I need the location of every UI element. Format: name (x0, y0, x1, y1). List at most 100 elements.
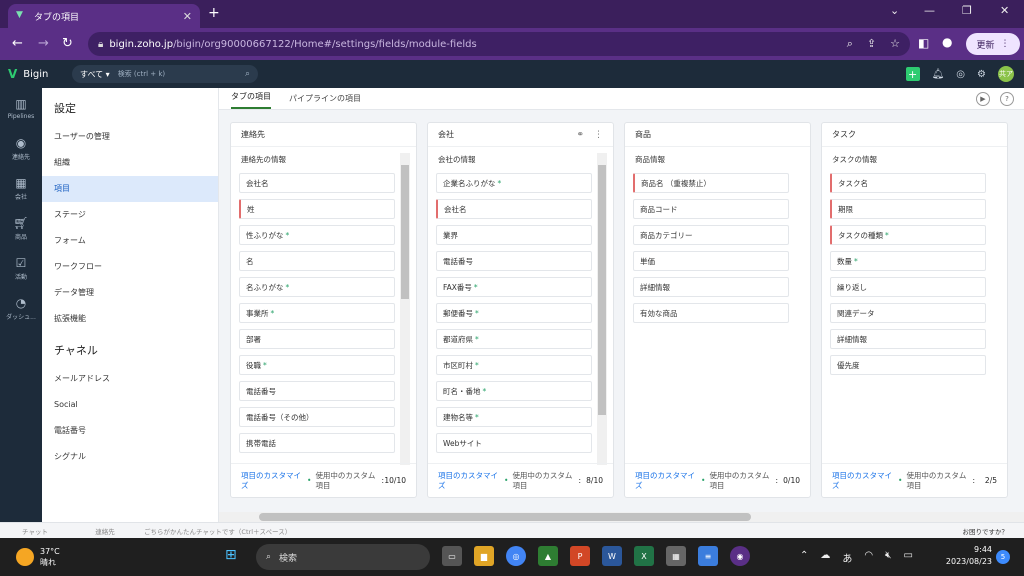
gear-icon[interactable]: ⚙ (977, 69, 986, 80)
ime-indicator[interactable]: あ (842, 550, 852, 565)
link-icon[interactable]: ⚭ (576, 130, 584, 140)
field-item[interactable]: 名 (239, 251, 395, 271)
help-link[interactable]: お困りですか？ (963, 526, 1009, 536)
sidebar-item-fields[interactable]: 項目 (42, 176, 218, 202)
global-search[interactable]: すべて ▾ 検索 (ctrl + k) ⌕ (72, 65, 258, 83)
sidebar-item-phone[interactable]: 電話番号 (42, 418, 218, 444)
field-item[interactable]: 有効な商品 (633, 303, 789, 323)
sidebar-item-email[interactable]: メールアドレス (42, 366, 218, 392)
rail-item-contacts[interactable]: ◉ 連絡先 (0, 128, 42, 168)
card-scrollbar[interactable] (400, 153, 410, 465)
field-item[interactable]: 町名・番地 * (436, 381, 592, 401)
share-icon[interactable]: ⇪ (867, 37, 876, 51)
contacts-chat-button[interactable]: 連絡先 (70, 526, 140, 536)
rail-item-pipelines[interactable]: ▥ Pipelines (0, 88, 42, 128)
field-item[interactable]: 携帯電話 (239, 433, 395, 453)
store-icon[interactable]: ▦ (666, 546, 686, 566)
field-item[interactable]: 関連データ (830, 303, 986, 323)
chevron-up-icon[interactable]: ⌃ (800, 550, 808, 565)
field-item[interactable]: 役職 * (239, 355, 395, 375)
field-item[interactable]: 都道府県 * (436, 329, 592, 349)
search-scope-dropdown[interactable]: すべて ▾ (80, 69, 110, 80)
wifi-icon[interactable]: ◠ (864, 550, 873, 565)
task-view-icon[interactable]: ▭ (442, 546, 462, 566)
app-logo[interactable]: V Bigin (8, 67, 70, 81)
more-options-icon[interactable]: ⋮ (594, 130, 603, 140)
sidebar-item-extensions[interactable]: 拡張機能 (42, 306, 218, 332)
create-plus-button[interactable]: + (905, 67, 920, 81)
forward-icon[interactable]: → (38, 36, 49, 51)
field-item[interactable]: 企業名ふりがな * (436, 173, 592, 193)
powerpoint-icon[interactable]: P (570, 546, 590, 566)
help-icon[interactable]: ? (1000, 92, 1014, 106)
avatar[interactable]: 共ア (998, 66, 1014, 82)
field-item[interactable]: 優先度 (830, 355, 986, 375)
word-icon[interactable]: W (602, 546, 622, 566)
bookmark-star-icon[interactable]: ☆ (890, 37, 900, 51)
field-item[interactable]: タスクの種類 * (830, 225, 986, 245)
sidebar-item-forms[interactable]: フォーム (42, 228, 218, 254)
field-item[interactable]: 性ふりがな * (239, 225, 395, 245)
field-item[interactable]: 姓 (239, 199, 395, 219)
field-item[interactable]: 期限 (830, 199, 986, 219)
sidebar-item-social[interactable]: Social (42, 392, 218, 418)
sidebar-item-org[interactable]: 組織 (42, 150, 218, 176)
card-scroll-thumb[interactable] (401, 165, 409, 299)
card-scroll-thumb[interactable] (598, 165, 606, 415)
field-item[interactable]: 電話番号 (239, 381, 395, 401)
field-item[interactable]: 商品名 （重複禁止） (633, 173, 789, 193)
file-explorer-icon[interactable]: ▆ (474, 546, 494, 566)
chat-input[interactable]: ごちらがかんたんチャットです（Ctrl＋スペース） (144, 526, 963, 536)
field-item[interactable]: 会社名 (436, 199, 592, 219)
customize-fields-link[interactable]: 項目のカスタマイズ (438, 471, 500, 491)
volume-icon[interactable]: 🔇︎ (885, 550, 891, 565)
browser-tab[interactable]: ▼ タブの項目 ✕ (8, 4, 200, 28)
new-tab-button[interactable]: + (208, 5, 220, 21)
field-item[interactable]: 電話番号（その他） (239, 407, 395, 427)
sidebar-item-users[interactable]: ユーザーの管理 (42, 124, 218, 150)
field-item[interactable]: 業界 (436, 225, 592, 245)
tab-pipeline-fields[interactable]: パイプラインの項目 (289, 93, 361, 109)
excel-icon[interactable]: X (634, 546, 654, 566)
chrome-profile-icon[interactable]: ◉ (730, 546, 750, 566)
restore-icon[interactable]: ❐ (962, 4, 972, 17)
search-input[interactable]: 検索 (ctrl + k) (118, 69, 245, 79)
field-item[interactable]: 数量 * (830, 251, 986, 271)
field-item[interactable]: 市区町村 * (436, 355, 592, 375)
windows-start-icon[interactable]: ⊞ (225, 547, 237, 563)
field-item[interactable]: 部署 (239, 329, 395, 349)
clock[interactable]: 9:44 2023/08/23 (930, 544, 992, 568)
play-tour-icon[interactable]: ▶ (976, 92, 990, 106)
field-item[interactable]: 詳細情報 (830, 329, 986, 349)
field-item[interactable]: Webサイト (436, 433, 592, 453)
rail-item-company[interactable]: ▦ 会社 (0, 168, 42, 208)
sidebar-item-stages[interactable]: ステージ (42, 202, 218, 228)
tab-search-icon[interactable]: ⌄ (890, 4, 899, 17)
profile-icon[interactable]: ● (942, 35, 952, 49)
customize-fields-link[interactable]: 項目のカスタマイズ (635, 471, 697, 491)
customize-fields-link[interactable]: 項目のカスタマイズ (241, 471, 303, 491)
field-item[interactable]: 単価 (633, 251, 789, 271)
rail-item-products[interactable]: 🛒︎ 商品 (0, 208, 42, 248)
chrome-icon[interactable]: ◎ (506, 546, 526, 566)
marketplace-icon[interactable]: ◎ (956, 69, 965, 80)
field-item[interactable]: 郵便番号 * (436, 303, 592, 323)
address-bar[interactable]: 🔒︎ bigin.zoho.jp /bigin/org90000667122/H… (88, 32, 910, 56)
field-item[interactable]: 電話番号 (436, 251, 592, 271)
taskbar-search[interactable]: ⌕ 検索 (256, 544, 430, 570)
sidebar-item-data-admin[interactable]: データ管理 (42, 280, 218, 306)
customize-fields-link[interactable]: 項目のカスタマイズ (832, 471, 894, 491)
search-icon[interactable]: ⌕ (245, 69, 250, 79)
zoom-icon[interactable]: ⌕ (847, 37, 853, 51)
rail-item-dashboard[interactable]: ◔ ダッシュ... (0, 288, 42, 328)
card-scrollbar[interactable] (597, 153, 607, 465)
back-icon[interactable]: ← (12, 36, 23, 51)
weather-widget[interactable]: 37°C 晴れ (16, 546, 60, 568)
sidebar-item-signals[interactable]: シグナル (42, 444, 218, 470)
bell-icon[interactable]: 🔔︎ (932, 69, 945, 80)
field-item[interactable]: タスク名 (830, 173, 986, 193)
chat-button[interactable]: チャット (0, 526, 70, 536)
close-tab-icon[interactable]: ✕ (183, 10, 192, 23)
field-item[interactable]: 商品コード (633, 199, 789, 219)
minimize-icon[interactable]: — (924, 4, 935, 17)
